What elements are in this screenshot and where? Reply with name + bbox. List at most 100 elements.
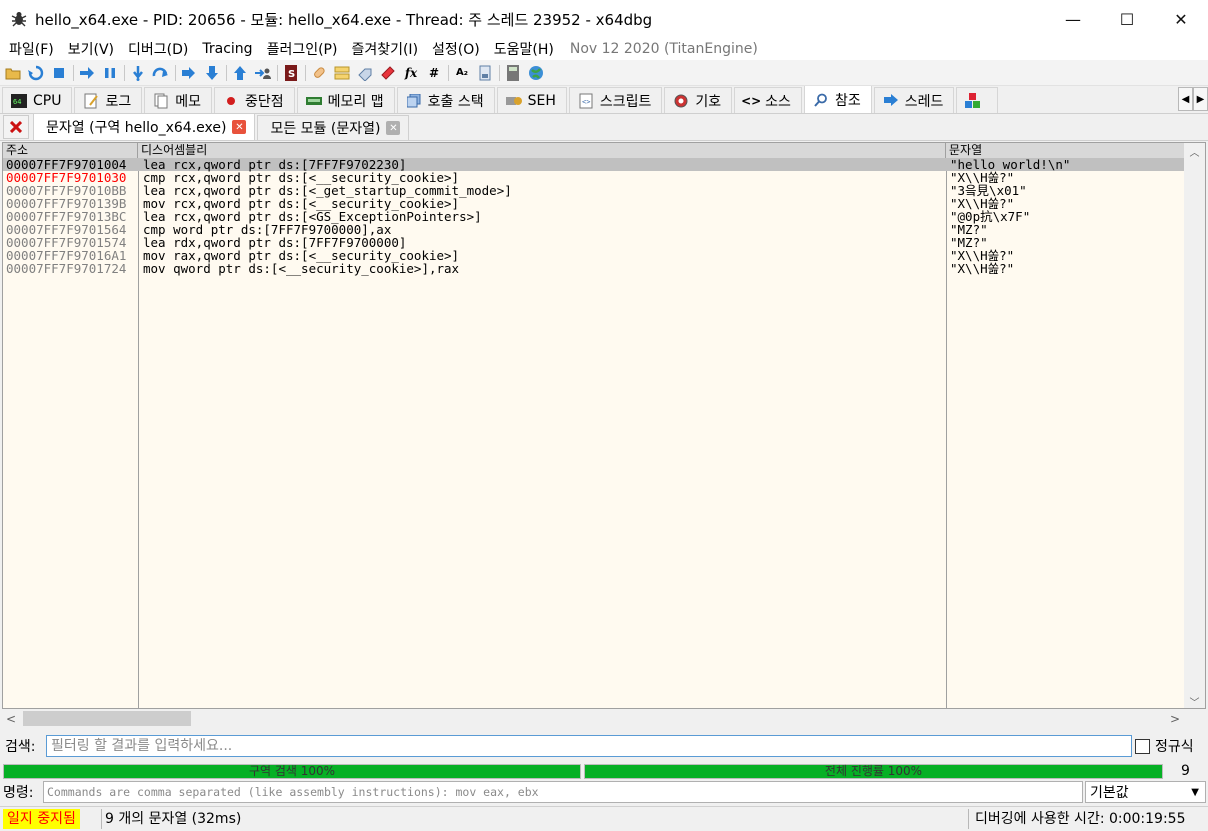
call-stack-icon: [406, 93, 422, 109]
svg-text:<>: <>: [582, 98, 590, 106]
tab-strings-all-modules[interactable]: 모든 모듈 (문자열) ✕: [257, 115, 410, 140]
header-string[interactable]: 문자열: [946, 143, 1185, 158]
build-date: Nov 12 2020 (TitanEngine): [569, 41, 758, 57]
scrollbar-thumb[interactable]: [23, 711, 191, 726]
variables-icon[interactable]: #: [425, 64, 443, 82]
calculator-icon[interactable]: [504, 64, 522, 82]
restart-icon[interactable]: [27, 64, 45, 82]
toolbar-separator: [448, 64, 449, 81]
toolbar-separator: [73, 64, 74, 81]
scroll-right-icon[interactable]: >: [1166, 709, 1184, 728]
toolbar-separator: [305, 64, 306, 81]
close-tab-icon[interactable]: ✕: [232, 120, 247, 134]
menu-file[interactable]: 파일(F): [2, 39, 61, 59]
patches-icon[interactable]: [310, 64, 328, 82]
tab-scroll-right-icon[interactable]: ▶: [1193, 87, 1208, 111]
tab-seh[interactable]: SEH: [496, 87, 567, 113]
menu-debug[interactable]: 디버그(D): [121, 39, 195, 59]
tab-label: 호출 스택: [427, 93, 484, 110]
maximize-icon: ☐: [1119, 9, 1135, 29]
tab-memory-map[interactable]: 메모리 맵: [296, 87, 395, 113]
step-over-icon[interactable]: [152, 64, 170, 82]
header-address[interactable]: 주소: [3, 143, 138, 158]
cell-disassembly: mov qword ptr ds:[<__security_cookie>],r…: [143, 261, 460, 276]
progress-text: 전체 진행률 100%: [824, 764, 923, 778]
tab-label: 스크립트: [599, 93, 652, 110]
execute-till-return-icon[interactable]: [231, 64, 249, 82]
strings-format-icon[interactable]: A₂: [453, 64, 471, 82]
tab-notes[interactable]: 메모: [144, 87, 212, 113]
references-icon: [813, 92, 829, 108]
x64dbg-bug-icon: [9, 9, 29, 29]
tab-handles-partial[interactable]: [956, 87, 999, 113]
bookmarks-icon[interactable]: [379, 64, 397, 82]
menu-tracing[interactable]: Tracing: [195, 41, 259, 57]
maximize-button[interactable]: ☐: [1100, 0, 1154, 38]
tab-scroll-left-icon[interactable]: ◀: [1178, 87, 1193, 111]
tab-script[interactable]: <> 스크립트: [568, 87, 663, 113]
scroll-up-icon[interactable]: ︿: [1184, 143, 1205, 160]
command-label: 명령:: [3, 785, 34, 801]
pause-icon[interactable]: [101, 64, 119, 82]
cell-address: 00007FF7F9701724: [6, 261, 127, 276]
scylla-icon[interactable]: S: [282, 64, 300, 82]
vertical-scrollbar[interactable]: ︿ ﹀: [1184, 143, 1205, 708]
command-input[interactable]: [43, 781, 1083, 803]
horizontal-scrollbar[interactable]: < >: [2, 709, 1184, 728]
menu-help[interactable]: 도움말(H): [487, 39, 561, 59]
scroll-left-icon[interactable]: <: [2, 709, 20, 728]
regex-checkbox[interactable]: [1135, 738, 1150, 754]
tab-symbols[interactable]: 기호: [664, 87, 733, 113]
search-input[interactable]: [46, 735, 1132, 757]
tab-log[interactable]: 로그: [74, 87, 143, 113]
debug-time: 디버깅에 사용한 시간: 0:00:19:55: [968, 809, 1186, 829]
svg-text:64: 64: [13, 98, 21, 106]
close-tab-icon[interactable]: ✕: [386, 121, 401, 135]
close-references-button[interactable]: [3, 115, 29, 139]
debug-state-badge: 일지 중지됨: [3, 809, 80, 829]
tab-label: SEH: [527, 92, 556, 109]
total-progress-bar: 전체 진행률 100%: [584, 764, 1163, 779]
tab-references[interactable]: 참조: [803, 86, 872, 113]
globe-icon[interactable]: [527, 64, 545, 82]
breakpoint-icon: [223, 93, 239, 109]
trace-over-icon[interactable]: [203, 64, 221, 82]
command-mode-select[interactable]: 기본값 ▼: [1085, 781, 1206, 803]
module-icon[interactable]: [476, 64, 494, 82]
seh-icon: [505, 93, 522, 109]
close-window-button[interactable]: ✕: [1154, 0, 1208, 38]
menu-view[interactable]: 보기(V): [61, 39, 121, 59]
labels-icon[interactable]: [356, 64, 374, 82]
memory-map-icon: [305, 93, 322, 109]
menu-options[interactable]: 설정(O): [425, 39, 487, 59]
run-icon[interactable]: [78, 64, 96, 82]
tab-threads[interactable]: 스레드: [873, 87, 955, 113]
functions-icon[interactable]: fx: [402, 64, 420, 82]
minimize-button[interactable]: —: [1046, 0, 1100, 38]
region-progress-bar: 구역 검색 100%: [3, 764, 581, 779]
tab-strings-region[interactable]: 문자열 (구역 hello_x64.exe) ✕: [33, 113, 256, 140]
tab-label: 기호: [695, 93, 722, 110]
toolbar-separator: [499, 64, 500, 81]
menu-plugins[interactable]: 플러그인(P): [260, 39, 345, 59]
close-red-x-icon: [10, 121, 22, 133]
step-into-icon[interactable]: [129, 64, 147, 82]
header-disassembly[interactable]: 디스어셈블리: [138, 143, 946, 158]
comments-icon[interactable]: [333, 64, 351, 82]
window-title: hello_x64.exe - PID: 20656 - 모듈: hello_x…: [35, 10, 653, 29]
menu-favourites[interactable]: 즐겨찾기(I): [344, 39, 425, 59]
tab-call-stack[interactable]: 호출 스택: [396, 87, 495, 113]
tab-cpu[interactable]: 64 CPU: [2, 87, 73, 113]
table-row[interactable]: 00007FF7F9701724 mov qword ptr ds:[<__se…: [3, 262, 1185, 275]
select-value: 기본값: [1090, 785, 1129, 801]
open-file-icon[interactable]: [4, 64, 22, 82]
tab-source[interactable]: <> 소스: [734, 87, 802, 113]
tab-scroll-buttons: ◀ ▶: [1178, 87, 1208, 111]
tab-breakpoints[interactable]: 중단점: [214, 87, 295, 113]
stop-icon[interactable]: [50, 64, 68, 82]
scroll-down-icon[interactable]: ﹀: [1184, 693, 1205, 708]
execute-till-user-code-icon[interactable]: [254, 64, 272, 82]
tab-label: 중단점: [245, 93, 284, 110]
status-bar: 일지 중지됨 9 개의 문자열 (32ms) 디버깅에 사용한 시간: 0:00…: [0, 806, 1208, 831]
trace-into-icon[interactable]: [180, 64, 198, 82]
